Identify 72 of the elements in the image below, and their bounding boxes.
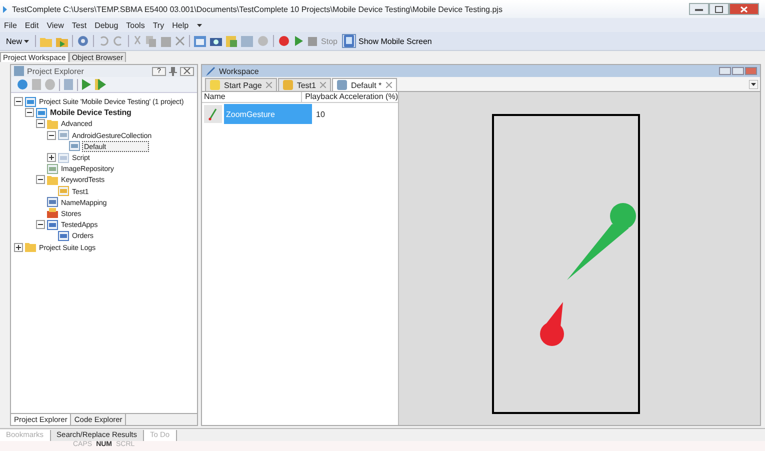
panel-title: Project Explorer — [27, 66, 85, 76]
show-mobile-screen-button[interactable]: Show Mobile Screen — [341, 35, 434, 47]
close-icon[interactable] — [320, 82, 326, 88]
folder-icon — [25, 242, 36, 252]
node-icon — [47, 208, 58, 218]
help-button[interactable] — [719, 67, 731, 75]
table-cell-text: 10 — [315, 110, 325, 118]
folder-icon — [47, 174, 58, 185]
editor-tab[interactable]: Default * — [332, 78, 397, 91]
collapse-toggle[interactable] — [25, 108, 34, 118]
menu-item[interactable]: Edit — [24, 20, 39, 30]
collapse-toggle[interactable] — [36, 220, 45, 230]
node-icon — [58, 130, 69, 140]
collapse-toggle[interactable] — [36, 119, 45, 128]
window-title: TestComplete C:\Users\TEMP.SBMA E5400 03.001\Documents\TestComplete 10 Projects\Mobile Device Testing\Mobile Device Testing.pjs — [12, 4, 502, 14]
node-icon — [25, 96, 36, 107]
panel-title: Workspace — [219, 66, 259, 76]
menu-item[interactable]: File — [4, 20, 17, 30]
tree-item[interactable]: Mobile Device Testing — [49, 108, 132, 118]
record-icon[interactable] — [278, 35, 290, 47]
folder-icon[interactable] — [56, 36, 68, 46]
menu-item[interactable]: Try — [152, 20, 164, 30]
caret-icon — [24, 40, 30, 42]
folder-icon — [47, 118, 58, 129]
play-icon[interactable] — [82, 79, 91, 90]
menu-item[interactable]: Debug — [94, 20, 118, 30]
maximize-icon — [715, 6, 723, 12]
node-icon — [47, 164, 58, 174]
expand-toggle[interactable] — [47, 153, 56, 162]
pin-icon[interactable] — [169, 66, 177, 76]
node-icon — [58, 186, 69, 196]
close-icon[interactable] — [266, 82, 272, 88]
stop-icon[interactable] — [308, 36, 318, 46]
cut-icon[interactable] — [133, 36, 142, 46]
menu-item[interactable]: View — [46, 20, 64, 30]
expand-toggle[interactable] — [14, 242, 23, 252]
menu-item[interactable]: Help — [172, 20, 189, 30]
camera-icon[interactable] — [210, 36, 222, 46]
collapse-toggle[interactable] — [14, 97, 23, 106]
collapse-toggle[interactable] — [36, 175, 45, 184]
editor-tab[interactable]: Test1 — [278, 78, 331, 91]
minimize-icon — [695, 7, 703, 11]
node-icon — [47, 220, 58, 230]
node-icon — [36, 108, 47, 118]
phone-icon — [343, 35, 356, 47]
close-icon — [740, 6, 748, 12]
new-button[interactable]: New — [4, 36, 32, 46]
dropdown-arrow-icon[interactable] — [749, 80, 758, 88]
play-icon[interactable] — [294, 35, 304, 47]
menu-item[interactable]: Test — [72, 20, 87, 30]
close-button[interactable] — [729, 3, 759, 15]
dropdown-arrow-icon[interactable] — [196, 24, 202, 26]
editor-tab[interactable]: Start Page — [205, 78, 277, 91]
node-icon — [47, 197, 58, 208]
node-icon — [58, 152, 69, 163]
app-icon — [2, 4, 8, 14]
node-icon — [58, 230, 69, 241]
menu-item[interactable]: Tools — [126, 20, 145, 30]
delete-icon[interactable] — [175, 36, 186, 46]
column-header[interactable]: Playback Acceleration (%) — [302, 92, 398, 102]
restore-button[interactable] — [732, 67, 744, 75]
maximize-button[interactable] — [709, 3, 729, 15]
gesture-icon — [204, 105, 222, 123]
close-icon[interactable] — [386, 82, 392, 88]
close-panel-button[interactable] — [180, 66, 194, 76]
minimize-button[interactable] — [689, 3, 709, 15]
collapse-toggle[interactable] — [47, 130, 56, 140]
copy-icon[interactable] — [146, 36, 158, 46]
column-header[interactable]: Name — [202, 92, 302, 102]
node-icon — [69, 141, 80, 152]
undo-icon[interactable] — [98, 36, 110, 46]
play-icon[interactable] — [95, 79, 106, 90]
